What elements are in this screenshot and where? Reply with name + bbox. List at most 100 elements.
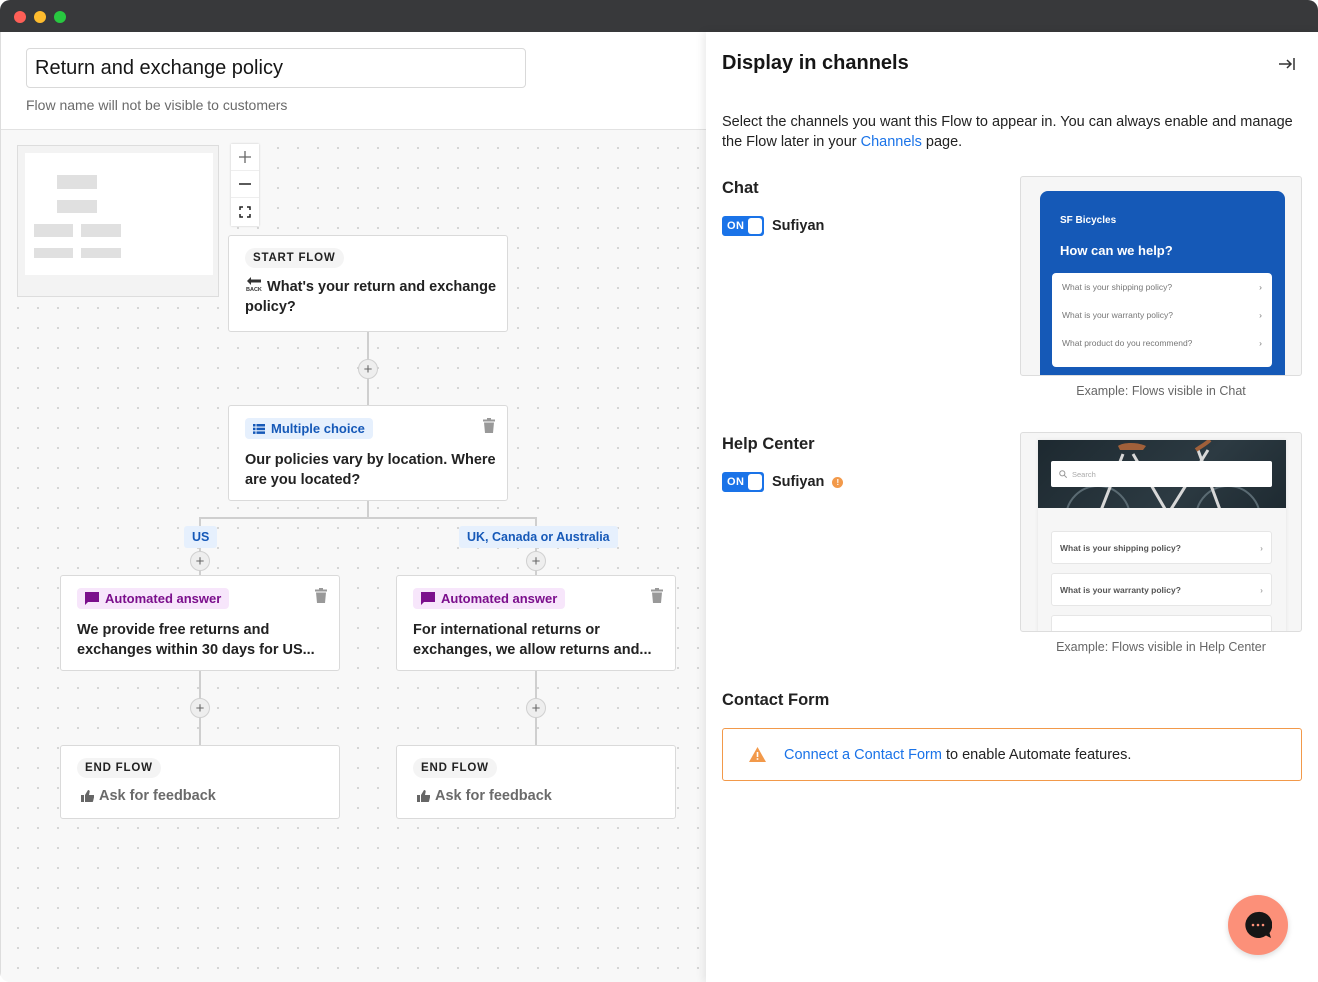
flow-editor: Flow name will not be visible to custome… [0, 32, 707, 982]
contact-form-section-title: Contact Form [722, 691, 830, 709]
zoom-controls [231, 144, 259, 226]
chat-preview-brand: SF Bicycles [1060, 215, 1117, 226]
channels-link[interactable]: Channels [861, 134, 922, 150]
end-flow-tag: END FLOW [77, 758, 161, 778]
thumbs-up-icon [417, 790, 430, 802]
trash-icon[interactable] [483, 418, 495, 433]
branch-label-us[interactable]: US [184, 526, 218, 548]
message-icon [85, 592, 99, 605]
chat-preview-item: What is your warranty policy? › [1062, 310, 1262, 320]
help-center-preview-caption: Example: Flows visible in Help Center [1056, 640, 1266, 654]
chat-launcher-button[interactable] [1228, 895, 1288, 955]
minimap-node [57, 175, 97, 189]
chat-preview-caption: Example: Flows visible in Chat [1076, 384, 1246, 398]
chat-bubble-icon [1245, 911, 1272, 938]
panel-description: Select the channels you want this Flow t… [722, 114, 1293, 150]
end-flow-node[interactable]: END FLOW Ask for feedback [396, 745, 676, 819]
multiple-choice-node[interactable]: Multiple choice Our policies vary by loc… [228, 405, 508, 501]
start-flow-tag: START FLOW [245, 248, 344, 268]
help-center-channel-row: ON Sufiyan ! [722, 472, 844, 492]
connect-contact-form-link[interactable]: Connect a Contact Form [784, 747, 942, 763]
help-center-preview-item: What is your warranty policy? › [1051, 573, 1272, 606]
automated-answer-node[interactable]: Automated answer For international retur… [396, 575, 676, 671]
minus-icon [239, 183, 251, 185]
start-flow-node[interactable]: START FLOW BACK What's your return and e… [228, 235, 508, 332]
minimap-node [81, 224, 121, 237]
search-icon [1059, 470, 1067, 478]
chevron-right-icon: › [1260, 584, 1263, 595]
minimize-window-button[interactable] [34, 11, 46, 23]
help-center-toggle[interactable]: ON [722, 472, 764, 492]
help-center-preview-image: Search What is your shipping policy? › Wh… [1020, 432, 1302, 632]
chat-section-title: Chat [722, 179, 759, 197]
help-center-widget-preview: Search What is your shipping policy? › Wh… [1038, 440, 1286, 631]
minimap-node [34, 224, 73, 237]
minimap-node [81, 248, 121, 258]
chevron-right-icon: › [1259, 310, 1262, 320]
maximize-window-button[interactable] [54, 11, 66, 23]
minimap-node [34, 248, 73, 258]
chat-toggle[interactable]: ON [722, 216, 764, 236]
end-flow-text: Ask for feedback [99, 788, 216, 804]
close-window-button[interactable] [14, 11, 26, 23]
zoom-out-button[interactable] [231, 171, 259, 198]
title-bar [0, 0, 1318, 32]
help-center-channel-name: Sufiyan [772, 474, 825, 490]
add-step-button[interactable]: + [190, 551, 210, 571]
add-step-button[interactable]: + [526, 698, 546, 718]
help-center-preview-item [1051, 615, 1272, 631]
trash-icon[interactable] [651, 588, 663, 603]
start-flow-question: What's your return and exchange policy? [245, 279, 497, 315]
app-window: Flow name will not be visible to custome… [0, 0, 1318, 982]
end-flow-tag: END FLOW [413, 758, 497, 778]
warning-triangle-icon [749, 747, 766, 762]
thumbs-up-icon [81, 790, 94, 802]
chat-channel-row: ON Sufiyan [722, 216, 824, 236]
automated-answer-text: We provide free returns and exchanges wi… [77, 622, 315, 658]
fit-screen-icon [239, 205, 251, 218]
minimap-node [57, 200, 97, 213]
warning-icon[interactable]: ! [832, 476, 844, 488]
help-center-search-preview: Search [1051, 461, 1272, 487]
fit-view-button[interactable] [231, 198, 259, 225]
minimap[interactable] [17, 145, 219, 297]
panel-title: Display in channels [722, 52, 909, 74]
chat-preview-image: SF Bicycles How can we help? What is you… [1020, 176, 1302, 376]
flow-name-input[interactable] [26, 48, 526, 88]
add-step-button[interactable]: + [526, 551, 546, 571]
automated-answer-text: For international returns or exchanges, … [413, 622, 652, 658]
back-arrow-icon: BACK [245, 276, 263, 293]
multiple-choice-question: Our policies vary by location. Where are… [245, 452, 496, 488]
flow-name-hint: Flow name will not be visible to custome… [26, 97, 288, 113]
chat-preview-item: What product do you recommend? › [1062, 338, 1262, 348]
chevron-right-icon: › [1259, 338, 1262, 348]
chat-preview-headline: How can we help? [1060, 243, 1173, 258]
svg-text:BACK: BACK [246, 287, 262, 292]
chat-preview-item: What is your shipping policy? › [1062, 282, 1262, 292]
branch-label-international[interactable]: UK, Canada or Australia [459, 526, 618, 548]
chevron-right-icon: › [1259, 282, 1262, 292]
chat-widget-preview: SF Bicycles How can we help? What is you… [1040, 191, 1285, 375]
end-flow-text: Ask for feedback [435, 788, 552, 804]
chevron-right-icon: › [1260, 542, 1263, 553]
collapse-right-icon[interactable] [1278, 56, 1296, 72]
chat-preview-list: What is your shipping policy? › What is y… [1052, 273, 1272, 367]
add-step-button[interactable]: + [190, 698, 210, 718]
zoom-in-button[interactable] [231, 144, 259, 171]
multiple-choice-badge: Multiple choice [245, 418, 373, 439]
bicycle-banner-image: Search [1038, 440, 1286, 508]
automated-answer-node[interactable]: Automated answer We provide free returns… [60, 575, 340, 671]
flow-header: Flow name will not be visible to custome… [1, 32, 707, 130]
contact-form-alert: Connect a Contact Form to enable Automat… [722, 728, 1302, 781]
automated-answer-badge: Automated answer [77, 588, 230, 609]
trash-icon[interactable] [315, 588, 327, 603]
message-icon [421, 592, 435, 605]
add-step-button[interactable]: + [358, 359, 378, 379]
plus-icon [239, 151, 251, 163]
chat-channel-name: Sufiyan [772, 218, 825, 234]
help-center-preview-item: What is your shipping policy? › [1051, 531, 1272, 564]
help-center-section-title: Help Center [722, 435, 815, 453]
end-flow-node[interactable]: END FLOW Ask for feedback [60, 745, 340, 819]
flow-canvas[interactable]: + START FLOW BACK What's your return and… [1, 130, 707, 982]
connector [367, 500, 369, 518]
